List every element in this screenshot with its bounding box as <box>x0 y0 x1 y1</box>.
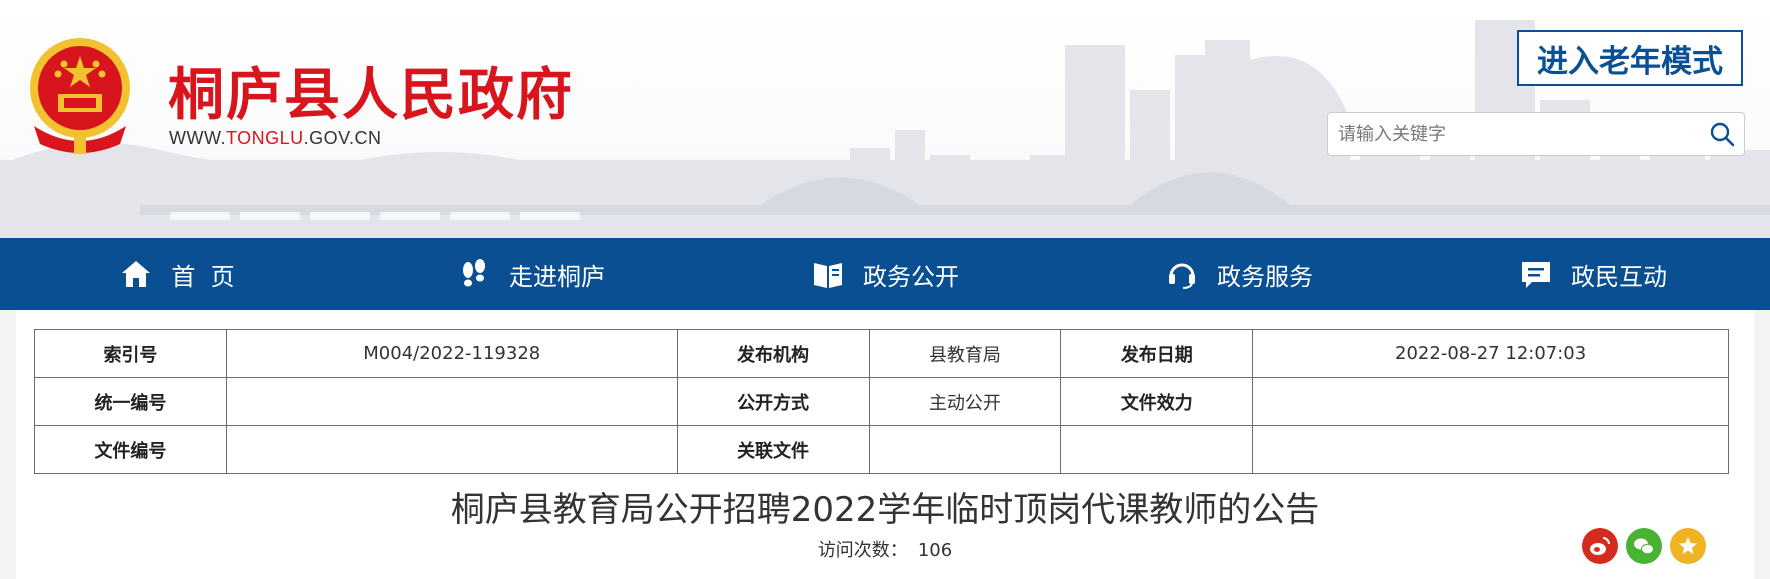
nav-item-gov-services[interactable]: 政务服务 <box>1062 238 1416 310</box>
site-url-prefix: WWW. <box>169 128 226 148</box>
headset-icon <box>1165 257 1199 291</box>
site-url-suffix: .GOV.CN <box>303 128 382 148</box>
document-metadata-table: 索引号 M004/2022-119328 发布机构 县教育局 发布日期 2022… <box>34 329 1729 474</box>
nav-label-gov-services: 政务服务 <box>1217 262 1313 291</box>
meta-index-no: M004/2022-119328 <box>225 329 678 378</box>
favorite-button[interactable] <box>1670 528 1706 564</box>
wechat-icon <box>1634 538 1654 555</box>
meta-related <box>868 425 1062 474</box>
meta-publisher: 县教育局 <box>868 329 1062 378</box>
meta-label: 统一编号 <box>34 377 227 426</box>
weibo-icon <box>1590 537 1610 555</box>
site-url: WWW.TONGLU.GOV.CN <box>169 128 382 149</box>
meta-empty-cell <box>1252 425 1729 474</box>
meta-unified-no <box>225 377 678 426</box>
nav-label-about: 走进桐庐 <box>509 262 605 291</box>
main-nav: 首 页 走进桐庐 政务公开 政务服务 政民互动 <box>0 238 1770 310</box>
search-icon <box>1710 122 1735 147</box>
nav-label-gov-affairs: 政务公开 <box>863 262 959 291</box>
table-row: 文件编号 关联文件 <box>34 425 1729 474</box>
article-title: 桐庐县教育局公开招聘2022学年临时顶岗代课教师的公告 <box>450 490 1320 530</box>
site-header: 桐庐县人民政府 WWW.TONGLU.GOV.CN 进入老年模式 <box>0 0 1770 238</box>
meta-date: 2022-08-27 12:07:03 <box>1252 329 1729 378</box>
content-panel: 索引号 M004/2022-119328 发布机构 县教育局 发布日期 2022… <box>16 310 1754 579</box>
message-icon <box>1519 257 1553 291</box>
site-url-highlight: TONGLU <box>225 128 304 148</box>
footprints-icon <box>457 257 491 291</box>
meta-label: 文件效力 <box>1060 377 1254 426</box>
share-wechat-button[interactable] <box>1626 528 1662 564</box>
star-icon <box>1679 537 1697 554</box>
nav-item-home[interactable]: 首 页 <box>0 238 354 310</box>
book-icon <box>811 257 845 291</box>
nav-label-interaction: 政民互动 <box>1571 262 1667 291</box>
nav-item-gov-affairs[interactable]: 政务公开 <box>708 238 1062 310</box>
table-row: 统一编号 公开方式 主动公开 文件效力 <box>34 377 1729 426</box>
nav-item-about[interactable]: 走进桐庐 <box>354 238 708 310</box>
site-title: 桐庐县人民政府 <box>168 63 574 128</box>
table-row: 索引号 M004/2022-119328 发布机构 县教育局 发布日期 2022… <box>34 329 1729 378</box>
nav-label-home: 首 页 <box>171 262 235 291</box>
meta-disclosure: 主动公开 <box>868 377 1062 426</box>
visit-count-label: 访问次数： <box>817 540 908 561</box>
home-icon <box>119 257 153 291</box>
meta-file-no <box>225 425 678 474</box>
share-buttons <box>1582 528 1706 564</box>
national-emblem-icon <box>30 38 130 154</box>
share-weibo-button[interactable] <box>1582 528 1618 564</box>
search-button[interactable] <box>1700 113 1744 155</box>
meta-empty-cell <box>1060 425 1254 474</box>
search-input[interactable] <box>1328 113 1700 155</box>
elder-mode-button[interactable]: 进入老年模式 <box>1517 30 1743 86</box>
meta-validity <box>1252 377 1729 426</box>
search-box <box>1327 112 1745 156</box>
nav-item-interaction[interactable]: 政民互动 <box>1416 238 1770 310</box>
visit-count: 访问次数： 106 <box>16 536 1754 562</box>
meta-label: 文件编号 <box>34 425 227 474</box>
visit-count-value: 106 <box>917 540 953 561</box>
meta-label: 关联文件 <box>676 425 870 474</box>
meta-label: 索引号 <box>34 329 227 378</box>
meta-label: 发布机构 <box>676 329 870 378</box>
meta-label: 发布日期 <box>1060 329 1254 378</box>
meta-label: 公开方式 <box>676 377 870 426</box>
